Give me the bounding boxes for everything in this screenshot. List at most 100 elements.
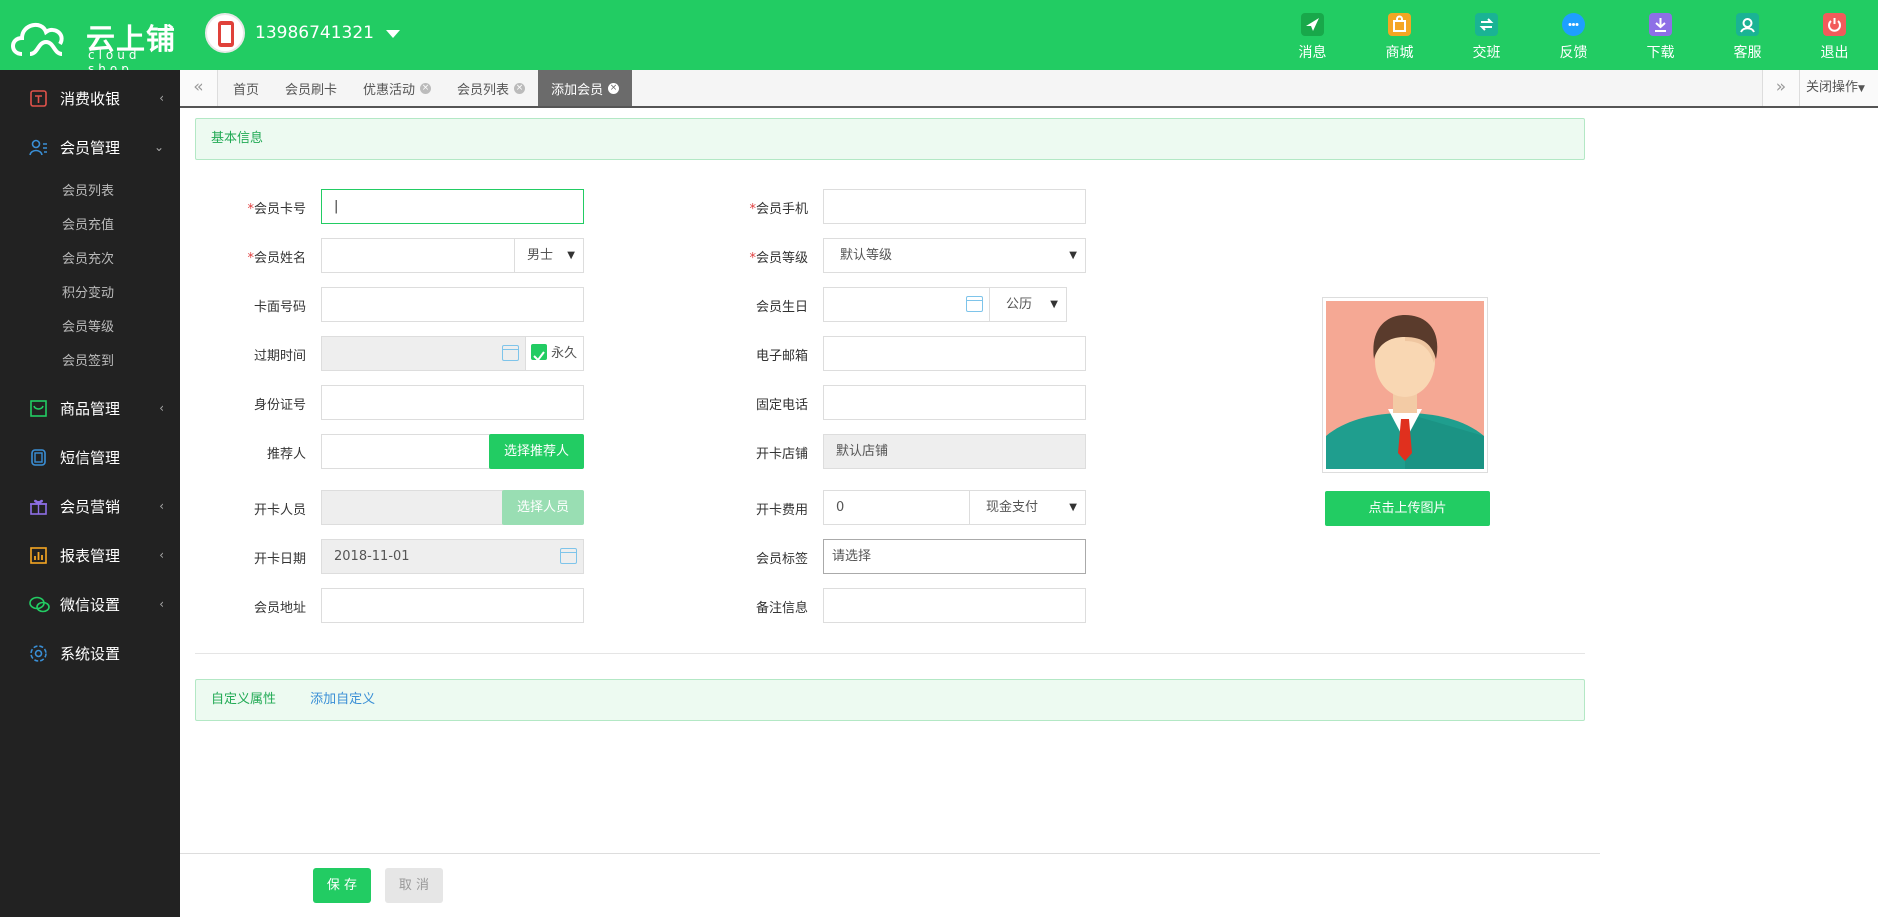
settings-icon <box>29 644 48 663</box>
sidebar-sub-checkin[interactable]: 会员签到 <box>0 342 180 376</box>
shift-icon <box>1475 13 1498 36</box>
expire-input[interactable] <box>321 336 526 371</box>
sidebar-item-cashier[interactable]: 消费收银 ‹ <box>0 74 180 123</box>
tab-home[interactable]: 首页 <box>220 70 272 106</box>
nav-feedback[interactable]: 反馈 <box>1530 0 1617 70</box>
sidebar-item-label: 短信管理 <box>60 449 121 467</box>
add-custom-link[interactable]: 添加自定义 <box>310 692 375 707</box>
sidebar-item-marketing[interactable]: 会员营销 ‹ <box>0 482 180 531</box>
referrer-input[interactable] <box>321 434 490 469</box>
open-date-input: 2018-11-01 <box>321 539 584 574</box>
tags-placeholder: 请选择 <box>832 549 872 564</box>
nav-shift[interactable]: 交班 <box>1443 0 1530 70</box>
sidebar-sub-points[interactable]: 积分变动 <box>0 274 180 308</box>
birthday-input[interactable] <box>823 287 990 322</box>
calendar-type-value: 公历 <box>1006 297 1033 312</box>
close-operations-dropdown[interactable]: 关闭操作▼ <box>1800 70 1878 106</box>
member-submenu: 会员列表 会员充值 会员充次 积分变动 会员等级 会员签到 <box>0 172 180 376</box>
referrer-label: 推荐人 <box>266 447 306 462</box>
calendar-type-select[interactable]: 公历 ▼ <box>989 287 1067 322</box>
tab-add-member[interactable]: 添加会员 × <box>538 70 633 106</box>
email-input[interactable] <box>823 336 1086 371</box>
gender-select[interactable]: 男士 ▼ <box>514 238 584 273</box>
nav-message[interactable]: 消息 <box>1269 0 1356 70</box>
sidebar-item-member[interactable]: 会员管理 ⌄ <box>0 123 180 172</box>
store-input: 默认店铺 <box>823 434 1086 469</box>
card-face-input[interactable] <box>321 287 584 322</box>
close-icon[interactable]: × <box>420 82 432 94</box>
save-button[interactable]: 保 存 <box>313 868 371 903</box>
close-icon[interactable]: × <box>608 82 620 94</box>
sidebar-item-wechat[interactable]: 微信设置 ‹ <box>0 580 180 629</box>
sidebar-sub-member-list[interactable]: 会员列表 <box>0 172 180 206</box>
tabs: 首页 会员刷卡 优惠活动 × 会员列表 × 添加会员 × <box>220 70 633 106</box>
sidebar-item-label: 会员营销 <box>60 498 121 516</box>
wechat-icon <box>29 595 50 614</box>
cashier-icon <box>29 89 48 108</box>
level-select[interactable]: 默认等级 ▼ <box>823 238 1086 273</box>
fee-label: 开卡费用 <box>755 503 808 518</box>
nav-logout[interactable]: 退出 <box>1791 0 1878 70</box>
cancel-button[interactable]: 取 消 <box>385 868 443 903</box>
tab-member-swipe[interactable]: 会员刷卡 <box>272 70 350 106</box>
id-card-label: 身份证号 <box>253 398 306 413</box>
divider <box>195 653 1585 654</box>
calendar-icon[interactable] <box>502 345 519 361</box>
account-menu[interactable]: 13986741321 <box>205 12 400 54</box>
name-label: *会员姓名 <box>247 251 306 266</box>
sidebar-item-sms[interactable]: 短信管理 <box>0 433 180 482</box>
close-ops-label: 关闭操作 <box>1806 80 1859 95</box>
nav-feedback-label: 反馈 <box>1559 45 1588 61</box>
member-photo <box>1322 297 1488 473</box>
store-value: 默认店铺 <box>836 444 889 459</box>
forever-label: 永久 <box>551 346 578 361</box>
payment-value: 现金支付 <box>986 500 1039 515</box>
chevron-left-icon: ‹ <box>159 597 164 611</box>
sidebar-sub-levels[interactable]: 会员等级 <box>0 308 180 342</box>
id-card-input[interactable] <box>321 385 584 420</box>
checkbox-checked-icon[interactable] <box>531 343 547 362</box>
tab-label: 添加会员 <box>551 82 604 98</box>
sidebar-item-reports[interactable]: 报表管理 ‹ <box>0 531 180 580</box>
caret-down-icon: ▼ <box>567 250 575 261</box>
nav-shop[interactable]: 商城 <box>1356 0 1443 70</box>
sidebar-sub-times-recharge[interactable]: 会员充次 <box>0 240 180 274</box>
phone-input[interactable] <box>823 189 1086 224</box>
address-input[interactable] <box>321 588 584 623</box>
chevron-down-icon: ⌄ <box>153 140 164 154</box>
select-referrer-button[interactable]: 选择推荐人 <box>489 434 584 469</box>
sidebar: 消费收银 ‹ 会员管理 ⌄ 会员列表 会员充值 会员充次 积分变动 会员等级 会… <box>0 70 180 917</box>
payment-select[interactable]: 现金支付 ▼ <box>969 490 1086 525</box>
nav-service[interactable]: 客服 <box>1704 0 1791 70</box>
card-no-input[interactable]: | <box>321 189 584 224</box>
tab-member-list[interactable]: 会员列表 × <box>444 70 538 106</box>
nav-download[interactable]: 下载 <box>1617 0 1704 70</box>
tab-label: 会员刷卡 <box>285 82 338 98</box>
sidebar-item-settings[interactable]: 系统设置 <box>0 629 180 678</box>
sidebar-item-goods[interactable]: 商品管理 ‹ <box>0 384 180 433</box>
close-icon[interactable]: × <box>514 82 526 94</box>
tab-scroll-right-icon[interactable]: » <box>1762 70 1800 106</box>
nav-download-label: 下载 <box>1646 45 1675 61</box>
upload-photo-button[interactable]: 点击上传图片 <box>1325 491 1490 526</box>
select-staff-button[interactable]: 选择人员 <box>502 490 584 525</box>
tab-scroll-left-icon[interactable]: « <box>180 70 218 106</box>
forever-checkbox[interactable]: 永久 <box>525 336 584 371</box>
tags-select[interactable]: 请选择 <box>823 539 1086 574</box>
message-icon <box>1301 13 1324 36</box>
nav-shop-label: 商城 <box>1385 45 1414 61</box>
chevron-left-icon: ‹ <box>159 91 164 105</box>
chevron-left-icon: ‹ <box>159 548 164 562</box>
tab-promotions[interactable]: 优惠活动 × <box>350 70 444 106</box>
app-logo[interactable]: 云上铺 cloud shop <box>8 10 178 76</box>
sidebar-sub-recharge[interactable]: 会员充值 <box>0 206 180 240</box>
goods-icon <box>29 399 48 418</box>
name-input[interactable] <box>321 238 515 273</box>
chevron-down-icon <box>385 30 400 38</box>
card-face-label: 卡面号码 <box>253 300 306 315</box>
landline-input[interactable] <box>823 385 1086 420</box>
calendar-icon[interactable] <box>966 296 983 312</box>
fee-input[interactable]: 0 <box>823 490 970 525</box>
remark-input[interactable] <box>823 588 1086 623</box>
section-title: 自定义属性 <box>211 692 277 707</box>
